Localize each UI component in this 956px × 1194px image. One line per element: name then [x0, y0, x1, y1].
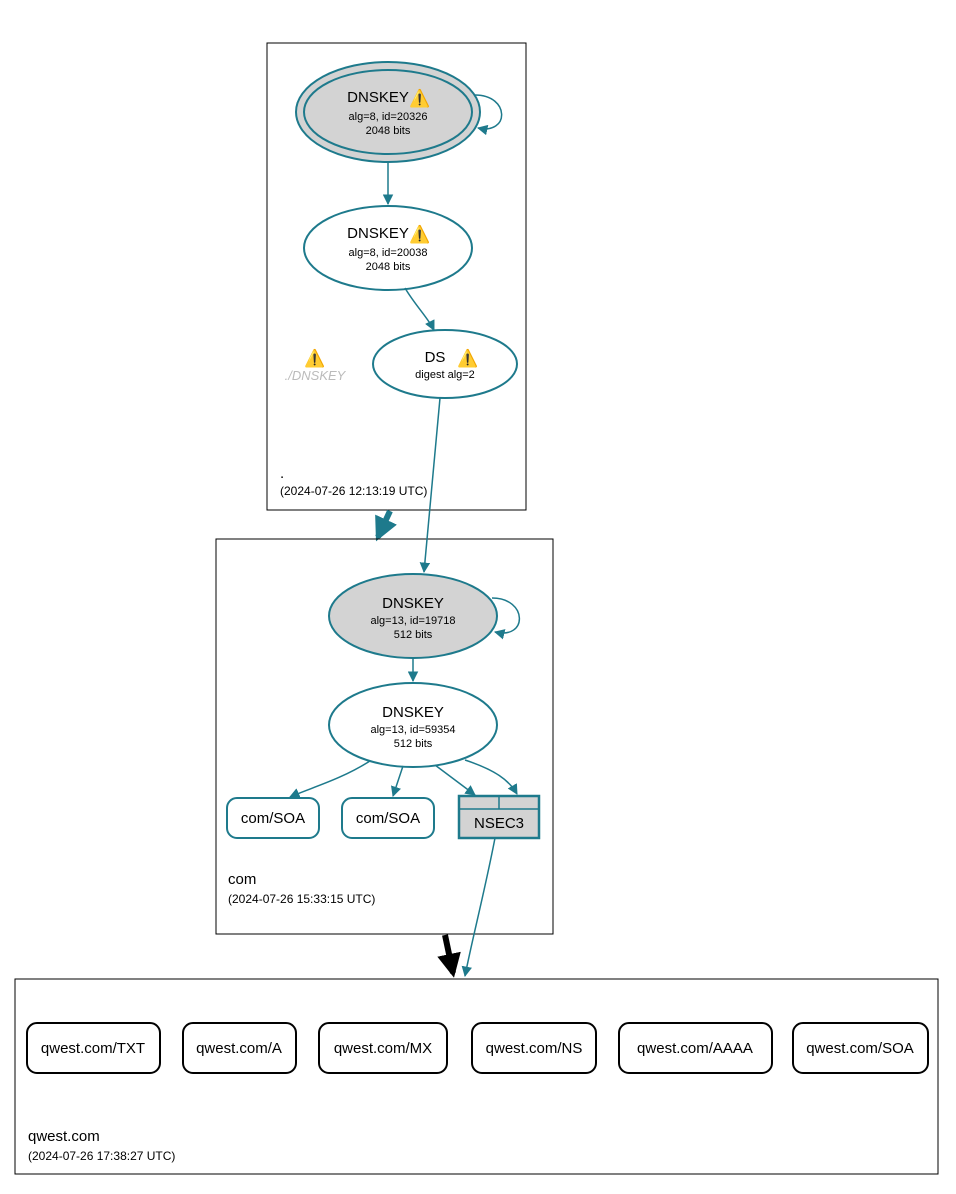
warning-icon: ⚠️ — [457, 348, 478, 368]
edge-root-to-com-zone — [378, 511, 390, 537]
edge-com-zsk-nsec3-b — [465, 760, 517, 794]
edge-com-to-qwest-zone — [445, 935, 453, 973]
root-zsk-alg: alg=8, id=20038 — [349, 247, 428, 259]
svg-text:DNSKEY: DNSKEY — [347, 225, 409, 242]
root-ksk-title: DNSKEY — [347, 89, 409, 106]
dnssec-chain-diagram: . (2024-07-26 12:13:19 UTC) DNSKEY ⚠️ al… — [0, 0, 956, 1194]
zone-root-timestamp: (2024-07-26 12:13:19 UTC) — [280, 484, 427, 498]
qwest-a-node[interactable]: qwest.com/A — [183, 1023, 296, 1073]
qwest-txt-node[interactable]: qwest.com/TXT — [27, 1023, 160, 1073]
edge-com-zsk-soa2 — [393, 766, 403, 796]
root-ghost-dnskey: ⚠️ ./DNSKEY — [285, 348, 347, 383]
com-nsec3-title: NSEC3 — [474, 815, 524, 832]
com-ksk-title: DNSKEY — [382, 595, 444, 612]
edge-root-zsk-ds — [405, 288, 434, 330]
qwest-soa-node[interactable]: qwest.com/SOA — [793, 1023, 928, 1073]
qwest-ns-node[interactable]: qwest.com/NS — [472, 1023, 596, 1073]
zone-root-name: . — [280, 465, 284, 482]
root-zsk-title: DNSKEY — [347, 225, 409, 242]
qwest-aaaa-title: qwest.com/AAAA — [637, 1040, 753, 1057]
zone-qwest-timestamp: (2024-07-26 17:38:27 UTC) — [28, 1149, 175, 1163]
qwest-soa-title: qwest.com/SOA — [806, 1040, 914, 1057]
qwest-aaaa-node[interactable]: qwest.com/AAAA — [619, 1023, 772, 1073]
com-ksk-bits: 512 bits — [394, 629, 433, 641]
root-ksk-alg: alg=8, id=20326 — [349, 111, 428, 123]
warning-icon: ⚠️ — [409, 88, 430, 108]
edge-com-zsk-nsec3-a — [435, 765, 475, 795]
com-soa1-title: com/SOA — [241, 810, 305, 827]
com-zsk-alg: alg=13, id=59354 — [370, 724, 455, 736]
edge-nsec3-to-qwest — [465, 838, 495, 976]
com-nsec3-node[interactable]: NSEC3 — [459, 796, 539, 838]
com-soa1-node[interactable]: com/SOA — [227, 798, 319, 838]
svg-text:DS: DS — [425, 349, 446, 366]
svg-text:⚠️: ⚠️ — [304, 348, 325, 368]
root-ds-title: DS — [425, 349, 446, 366]
svg-text:DNSKEY: DNSKEY — [347, 89, 409, 106]
zone-com-name: com — [228, 871, 256, 888]
zone-qwest-name: qwest.com — [28, 1128, 100, 1145]
warning-icon: ⚠️ — [409, 224, 430, 244]
com-zsk-title: DNSKEY — [382, 704, 444, 721]
com-ksk-node[interactable]: DNSKEY alg=13, id=19718 512 bits — [329, 574, 497, 658]
com-zsk-bits: 512 bits — [394, 738, 433, 750]
com-zsk-node[interactable]: DNSKEY alg=13, id=59354 512 bits — [329, 683, 497, 767]
root-ksk-node[interactable]: DNSKEY ⚠️ alg=8, id=20326 2048 bits — [296, 62, 480, 162]
edge-com-zsk-soa1 — [290, 761, 370, 797]
svg-text:./DNSKEY: ./DNSKEY — [285, 368, 347, 383]
zone-com-timestamp: (2024-07-26 15:33:15 UTC) — [228, 892, 375, 906]
qwest-mx-node[interactable]: qwest.com/MX — [319, 1023, 447, 1073]
qwest-ns-title: qwest.com/NS — [486, 1040, 583, 1057]
qwest-a-title: qwest.com/A — [196, 1040, 282, 1057]
com-ksk-alg: alg=13, id=19718 — [370, 615, 455, 627]
root-ds-node[interactable]: DS ⚠️ digest alg=2 — [373, 330, 517, 398]
qwest-mx-title: qwest.com/MX — [334, 1040, 432, 1057]
com-soa2-title: com/SOA — [356, 810, 420, 827]
com-soa2-node[interactable]: com/SOA — [342, 798, 434, 838]
root-ksk-bits: 2048 bits — [366, 125, 411, 137]
root-zsk-bits: 2048 bits — [366, 261, 411, 273]
qwest-txt-title: qwest.com/TXT — [41, 1040, 145, 1057]
root-zsk-node[interactable]: DNSKEY ⚠️ alg=8, id=20038 2048 bits — [304, 206, 472, 290]
zone-qwest-box — [15, 979, 938, 1174]
root-ds-digest: digest alg=2 — [415, 369, 475, 381]
